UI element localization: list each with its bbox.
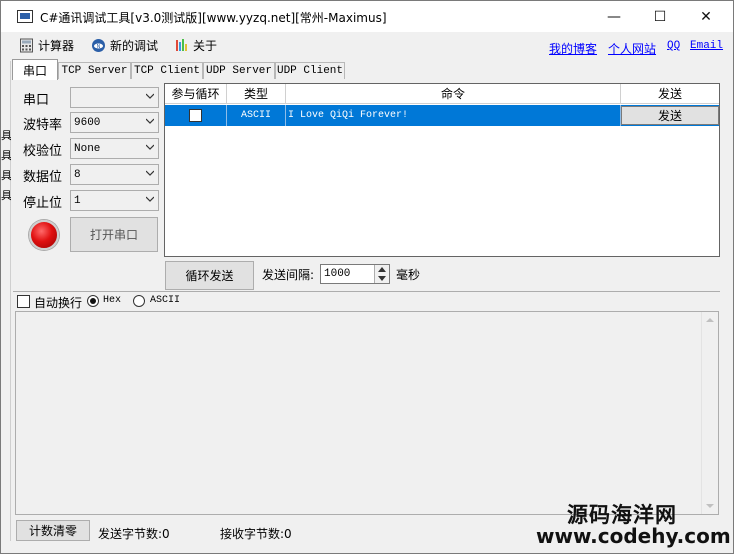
- tab-tcp-server[interactable]: TCP Server: [58, 62, 131, 79]
- grid-cell-type[interactable]: ASCII: [227, 105, 286, 126]
- watermark-url: www.codehy.com: [536, 524, 731, 548]
- chevron-down-icon: [146, 144, 154, 150]
- spin-up-icon[interactable]: [378, 267, 386, 272]
- baud-value: 9600: [74, 116, 101, 129]
- menu-item-new-debug[interactable]: N 新的调试: [91, 36, 158, 54]
- port-label: 串口: [23, 93, 50, 108]
- row-send-button[interactable]: 发送: [621, 106, 719, 125]
- menu-label-new-debug: 新的调试: [110, 38, 159, 53]
- link-email[interactable]: Email: [690, 40, 723, 52]
- interval-unit: 毫秒: [396, 268, 421, 282]
- app-window: C#通讯调试工具[v3.0测试版][www.yyzq.net][常州-Maxim…: [0, 0, 734, 554]
- grid-header-send[interactable]: 发送: [621, 84, 719, 104]
- parity-label: 校验位: [23, 144, 63, 159]
- tab-label: TCP Server: [61, 65, 128, 77]
- databits-label: 数据位: [23, 170, 63, 185]
- stopbits-label: 停止位: [23, 196, 63, 211]
- menu-label-calculator: 计算器: [38, 38, 75, 53]
- received-bytes-count: 接收字节数:0: [220, 527, 292, 541]
- interval-label: 发送间隔:: [262, 268, 315, 282]
- tab-label: TCP Client: [133, 65, 200, 77]
- tab-strip: 串口 TCP Server TCP Client UDP Server UDP …: [1, 59, 733, 80]
- grid-cell-loop[interactable]: [165, 105, 227, 126]
- chevron-down-icon: [146, 93, 154, 99]
- interval-value: 1000: [324, 268, 351, 280]
- spin-down-icon[interactable]: [378, 276, 386, 281]
- sent-bytes-count: 发送字节数:0: [98, 527, 170, 541]
- tab-label: UDP Client: [276, 65, 343, 77]
- tab-label: UDP Server: [205, 65, 272, 77]
- databits-select[interactable]: 8: [70, 164, 159, 185]
- grid-header-type[interactable]: 类型: [227, 84, 286, 104]
- stopbits-value: 1: [74, 194, 81, 207]
- port-select[interactable]: [70, 87, 159, 108]
- ascii-radio[interactable]: [133, 295, 145, 307]
- menu-label-about: 关于: [193, 38, 218, 53]
- window-title: C#通讯调试工具[v3.0测试版][www.yyzq.net][常州-Maxim…: [40, 11, 387, 25]
- link-blog[interactable]: 我的博客: [549, 40, 597, 57]
- tab-serial[interactable]: 串口: [12, 59, 58, 80]
- calculator-icon: [20, 38, 33, 52]
- parity-select[interactable]: None: [70, 138, 159, 159]
- autowrap-label: 自动换行: [34, 296, 83, 310]
- table-row[interactable]: ASCII I Love QiQi Forever! 发送: [165, 105, 719, 126]
- left-edge-strip: 具 具 具 具: [1, 61, 11, 541]
- receive-options: 自动换行 Hex ASCII: [13, 291, 720, 311]
- app-icon: [17, 10, 33, 23]
- svg-text:N: N: [97, 43, 101, 49]
- port-status-indicator: [29, 220, 59, 250]
- link-qq[interactable]: QQ: [667, 40, 680, 52]
- new-debug-icon: N: [92, 38, 105, 52]
- left-strip-char: 具: [1, 149, 11, 162]
- maximize-button[interactable]: ☐: [637, 1, 683, 32]
- tab-udp-server[interactable]: UDP Server: [203, 62, 275, 79]
- hex-radio[interactable]: [87, 295, 99, 307]
- tab-tcp-client[interactable]: TCP Client: [131, 62, 203, 79]
- parity-value: None: [74, 142, 101, 155]
- loop-checkbox[interactable]: [189, 109, 202, 122]
- interval-spinner[interactable]: [374, 265, 389, 283]
- left-strip-char: 具: [1, 129, 11, 142]
- receive-scrollbar[interactable]: [701, 312, 718, 514]
- baud-label: 波特率: [23, 118, 63, 133]
- chevron-down-icon: [146, 118, 154, 124]
- open-port-button[interactable]: 打开串口: [70, 217, 158, 252]
- about-icon: [176, 38, 187, 51]
- ascii-label: ASCII: [150, 295, 181, 306]
- tab-udp-client[interactable]: UDP Client: [275, 62, 345, 79]
- databits-value: 8: [74, 168, 81, 181]
- hex-label: Hex: [103, 295, 122, 306]
- left-strip-char: 具: [1, 169, 11, 182]
- close-button[interactable]: ✕: [683, 1, 729, 32]
- menu-item-calculator[interactable]: 计算器: [19, 36, 74, 54]
- stopbits-select[interactable]: 1: [70, 190, 159, 211]
- close-icon: ✕: [700, 8, 712, 25]
- minimize-icon: —: [607, 8, 621, 25]
- menu-bar: 计算器 N 新的调试 关于 我的博客 个人网站 QQ Email: [1, 32, 733, 57]
- loop-send-button[interactable]: 循环发送: [165, 261, 254, 290]
- link-website[interactable]: 个人网站: [608, 40, 656, 57]
- chevron-down-icon: [146, 196, 154, 202]
- title-bar: C#通讯调试工具[v3.0测试版][www.yyzq.net][常州-Maxim…: [1, 1, 733, 32]
- menu-item-about[interactable]: 关于: [174, 36, 217, 54]
- maximize-icon: ☐: [653, 8, 667, 25]
- receive-textarea[interactable]: [15, 311, 719, 515]
- tab-label: 串口: [22, 63, 47, 78]
- scroll-up-icon[interactable]: [706, 318, 714, 322]
- command-grid: 参与循环 类型 命令 发送 ASCII I Love QiQi Forever!…: [164, 83, 720, 257]
- grid-cell-command[interactable]: I Love QiQi Forever!: [286, 105, 621, 126]
- interval-input[interactable]: 1000: [320, 264, 390, 284]
- left-strip-char: 具: [1, 189, 11, 202]
- scroll-down-icon[interactable]: [706, 504, 714, 508]
- minimize-button[interactable]: —: [591, 1, 637, 32]
- autowrap-checkbox[interactable]: [17, 295, 30, 308]
- grid-header-command[interactable]: 命令: [286, 84, 621, 104]
- chevron-down-icon: [146, 170, 154, 176]
- reset-count-button[interactable]: 计数清零: [16, 520, 90, 541]
- grid-header-loop[interactable]: 参与循环: [165, 84, 227, 104]
- baud-select[interactable]: 9600: [70, 112, 159, 133]
